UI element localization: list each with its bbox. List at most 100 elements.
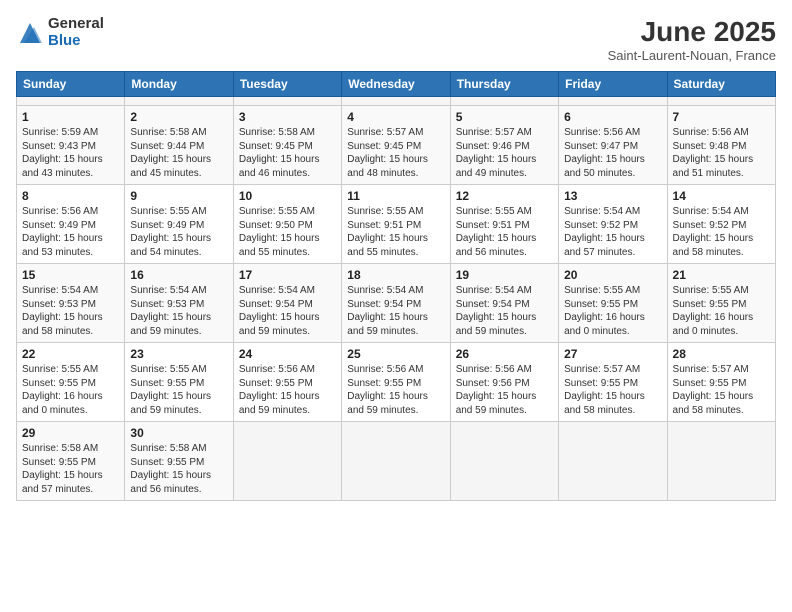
- day-info: Sunrise: 5:56 AMSunset: 9:48 PMDaylight:…: [673, 126, 770, 180]
- day-info: Sunrise: 5:55 AMSunset: 9:49 PMDaylight:…: [130, 205, 227, 259]
- day-info: Sunrise: 5:56 AMSunset: 9:55 PMDaylight:…: [239, 363, 336, 417]
- calendar-cell: [125, 97, 233, 106]
- day-info: Sunrise: 5:55 AMSunset: 9:50 PMDaylight:…: [239, 205, 336, 259]
- weekday-header-row: SundayMondayTuesdayWednesdayThursdayFrid…: [17, 72, 776, 97]
- calendar-cell: 23Sunrise: 5:55 AMSunset: 9:55 PMDayligh…: [125, 343, 233, 422]
- day-info: Sunrise: 5:59 AMSunset: 9:43 PMDaylight:…: [22, 126, 119, 180]
- calendar-week-row: [17, 97, 776, 106]
- calendar-cell: 26 Sunrise: 5:56 AMSunset: 9:56 PMDayligh…: [450, 343, 558, 422]
- calendar-cell: 2 Sunrise: 5:58 AMSunset: 9:44 PMDaylight…: [125, 106, 233, 185]
- day-info: Sunrise: 5:56 AMSunset: 9:47 PMDaylight:…: [564, 126, 661, 180]
- logo: General Blue: [16, 16, 104, 49]
- location: Saint-Laurent-Nouan, France: [608, 48, 776, 63]
- day-number: 19: [456, 268, 553, 282]
- weekday-header: Sunday: [17, 72, 125, 97]
- day-number: 5: [456, 110, 553, 124]
- calendar-cell: 27 Sunrise: 5:57 AMSunset: 9:55 PMDayligh…: [559, 343, 667, 422]
- day-info: Sunrise: 5:55 AMSunset: 9:55 PMDaylight:…: [673, 284, 770, 338]
- calendar-cell: 5 Sunrise: 5:57 AMSunset: 9:46 PMDaylight…: [450, 106, 558, 185]
- day-info: Sunrise: 5:54 AMSunset: 9:54 PMDaylight:…: [239, 284, 336, 338]
- calendar-cell: 1 Sunrise: 5:59 AMSunset: 9:43 PMDaylight…: [17, 106, 125, 185]
- calendar-week-row: 22 Sunrise: 5:55 AMSunset: 9:55 PMDayligh…: [17, 343, 776, 422]
- calendar-cell: 18Sunrise: 5:54 AMSunset: 9:54 PMDayligh…: [342, 264, 450, 343]
- calendar-cell: 15 Sunrise: 5:54 AMSunset: 9:53 PMDayligh…: [17, 264, 125, 343]
- day-info: Sunrise: 5:58 AMSunset: 9:55 PMDaylight:…: [22, 442, 119, 496]
- calendar-cell: 16 Sunrise: 5:54 AMSunset: 9:53 PMDayligh…: [125, 264, 233, 343]
- day-info: Sunrise: 5:56 AMSunset: 9:55 PMDaylight:…: [347, 363, 444, 417]
- calendar-cell: 22 Sunrise: 5:55 AMSunset: 9:55 PMDayligh…: [17, 343, 125, 422]
- calendar-cell: 3Sunrise: 5:58 AMSunset: 9:45 PMDaylight…: [233, 106, 341, 185]
- calendar-cell: 19 Sunrise: 5:54 AMSunset: 9:54 PMDayligh…: [450, 264, 558, 343]
- day-info: Sunrise: 5:58 AMSunset: 9:44 PMDaylight:…: [130, 126, 227, 180]
- day-info: Sunrise: 5:54 AMSunset: 9:52 PMDaylight:…: [673, 205, 770, 259]
- day-info: Sunrise: 5:56 AMSunset: 9:49 PMDaylight:…: [22, 205, 119, 259]
- calendar-cell: 30Sunrise: 5:58 AMSunset: 9:55 PMDayligh…: [125, 422, 233, 501]
- day-info: Sunrise: 5:54 AMSunset: 9:53 PMDaylight:…: [130, 284, 227, 338]
- calendar-cell: 21 Sunrise: 5:55 AMSunset: 9:55 PMDayligh…: [667, 264, 775, 343]
- day-info: Sunrise: 5:55 AMSunset: 9:55 PMDaylight:…: [564, 284, 661, 338]
- calendar-cell: 4Sunrise: 5:57 AMSunset: 9:45 PMDaylight…: [342, 106, 450, 185]
- calendar-cell: 14 Sunrise: 5:54 AMSunset: 9:52 PMDayligh…: [667, 185, 775, 264]
- calendar-cell: [342, 422, 450, 501]
- title-block: June 2025 Saint-Laurent-Nouan, France: [608, 16, 776, 63]
- calendar-cell: [667, 422, 775, 501]
- weekday-header: Saturday: [667, 72, 775, 97]
- logo-text: General Blue: [48, 16, 104, 49]
- logo-icon: [16, 19, 44, 47]
- day-info: Sunrise: 5:58 AMSunset: 9:45 PMDaylight:…: [239, 126, 336, 180]
- day-number: 26: [456, 347, 553, 361]
- calendar-cell: 25Sunrise: 5:56 AMSunset: 9:55 PMDayligh…: [342, 343, 450, 422]
- calendar-week-row: 29Sunrise: 5:58 AMSunset: 9:55 PMDayligh…: [17, 422, 776, 501]
- day-info: Sunrise: 5:55 AMSunset: 9:51 PMDaylight:…: [347, 205, 444, 259]
- day-number: 20: [564, 268, 661, 282]
- day-number: 11: [347, 189, 444, 203]
- day-number: 22: [22, 347, 119, 361]
- day-number: 16: [130, 268, 227, 282]
- weekday-header: Friday: [559, 72, 667, 97]
- calendar-cell: 28 Sunrise: 5:57 AMSunset: 9:55 PMDayligh…: [667, 343, 775, 422]
- calendar-cell: [233, 422, 341, 501]
- day-number: 15: [22, 268, 119, 282]
- day-number: 14: [673, 189, 770, 203]
- day-number: 13: [564, 189, 661, 203]
- weekday-header: Monday: [125, 72, 233, 97]
- day-info: Sunrise: 5:55 AMSunset: 9:55 PMDaylight:…: [22, 363, 119, 417]
- page-header: General Blue June 2025 Saint-Laurent-Nou…: [16, 16, 776, 63]
- day-info: Sunrise: 5:54 AMSunset: 9:54 PMDaylight:…: [456, 284, 553, 338]
- day-info: Sunrise: 5:57 AMSunset: 9:45 PMDaylight:…: [347, 126, 444, 180]
- calendar-week-row: 1 Sunrise: 5:59 AMSunset: 9:43 PMDaylight…: [17, 106, 776, 185]
- day-number: 6: [564, 110, 661, 124]
- day-number: 17: [239, 268, 336, 282]
- day-number: 9: [130, 189, 227, 203]
- day-number: 21: [673, 268, 770, 282]
- day-number: 27: [564, 347, 661, 361]
- logo-blue: Blue: [48, 33, 104, 50]
- day-info: Sunrise: 5:54 AMSunset: 9:52 PMDaylight:…: [564, 205, 661, 259]
- calendar-cell: 12 Sunrise: 5:55 AMSunset: 9:51 PMDayligh…: [450, 185, 558, 264]
- day-number: 28: [673, 347, 770, 361]
- day-info: Sunrise: 5:57 AMSunset: 9:46 PMDaylight:…: [456, 126, 553, 180]
- day-info: Sunrise: 5:54 AMSunset: 9:54 PMDaylight:…: [347, 284, 444, 338]
- calendar-week-row: 8 Sunrise: 5:56 AMSunset: 9:49 PMDaylight…: [17, 185, 776, 264]
- day-info: Sunrise: 5:55 AMSunset: 9:51 PMDaylight:…: [456, 205, 553, 259]
- day-number: 24: [239, 347, 336, 361]
- day-info: Sunrise: 5:58 AMSunset: 9:55 PMDaylight:…: [130, 442, 227, 496]
- calendar-cell: [342, 97, 450, 106]
- day-info: Sunrise: 5:56 AMSunset: 9:56 PMDaylight:…: [456, 363, 553, 417]
- calendar-cell: 6 Sunrise: 5:56 AMSunset: 9:47 PMDaylight…: [559, 106, 667, 185]
- calendar-cell: 29Sunrise: 5:58 AMSunset: 9:55 PMDayligh…: [17, 422, 125, 501]
- weekday-header: Wednesday: [342, 72, 450, 97]
- calendar-cell: 11 Sunrise: 5:55 AMSunset: 9:51 PMDayligh…: [342, 185, 450, 264]
- day-info: Sunrise: 5:54 AMSunset: 9:53 PMDaylight:…: [22, 284, 119, 338]
- calendar-cell: 8 Sunrise: 5:56 AMSunset: 9:49 PMDaylight…: [17, 185, 125, 264]
- day-number: 8: [22, 189, 119, 203]
- day-number: 12: [456, 189, 553, 203]
- day-number: 1: [22, 110, 119, 124]
- day-info: Sunrise: 5:57 AMSunset: 9:55 PMDaylight:…: [564, 363, 661, 417]
- calendar-cell: 20 Sunrise: 5:55 AMSunset: 9:55 PMDayligh…: [559, 264, 667, 343]
- calendar-week-row: 15 Sunrise: 5:54 AMSunset: 9:53 PMDayligh…: [17, 264, 776, 343]
- day-number: 2: [130, 110, 227, 124]
- day-info: Sunrise: 5:57 AMSunset: 9:55 PMDaylight:…: [673, 363, 770, 417]
- calendar-cell: [17, 97, 125, 106]
- calendar-cell: [667, 97, 775, 106]
